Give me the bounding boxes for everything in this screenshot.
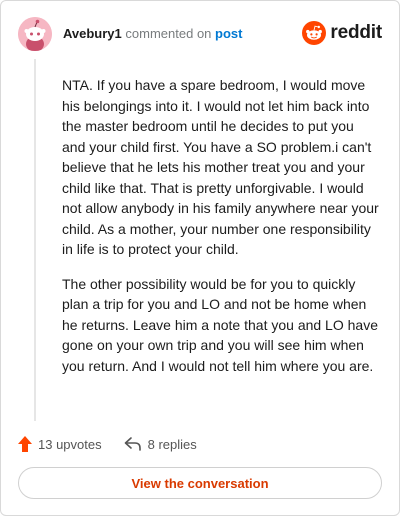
- snoo-avatar-icon: [18, 17, 52, 51]
- username-link[interactable]: Avebury1: [63, 26, 122, 41]
- reply-arrow-icon: [124, 437, 141, 451]
- upvote-count: 13 upvotes: [38, 436, 102, 452]
- upvote-arrow-icon: [18, 436, 32, 452]
- comment-paragraph-1: NTA. If you have a spare bedroom, I woul…: [62, 77, 379, 257]
- reply-count: 8 replies: [147, 436, 197, 452]
- comment-card: Avebury1 commented on post reddit NTA. I…: [0, 0, 400, 516]
- replies-button[interactable]: 8 replies: [124, 437, 197, 452]
- reddit-snoo-icon: [302, 21, 327, 45]
- thread-line: [34, 59, 36, 421]
- commented-on-label: commented on: [125, 26, 212, 41]
- reddit-wordmark: reddit: [330, 22, 382, 43]
- comment-actions: 13 upvotes 8 replies: [18, 433, 197, 455]
- comment-header: Avebury1 commented on post reddit: [18, 17, 382, 51]
- reddit-logo[interactable]: reddit: [302, 20, 382, 46]
- user-avatar[interactable]: [18, 17, 52, 51]
- post-link[interactable]: post: [215, 26, 242, 41]
- comment-body: NTA. If you have a spare bedroom, I woul…: [62, 75, 380, 390]
- comment-paragraph-2: The other possibility would be for you t…: [62, 275, 378, 374]
- upvote-button[interactable]: 13 upvotes: [18, 436, 102, 452]
- view-conversation-button[interactable]: View the conversation: [18, 467, 382, 499]
- comment-meta: Avebury1 commented on post: [63, 26, 242, 42]
